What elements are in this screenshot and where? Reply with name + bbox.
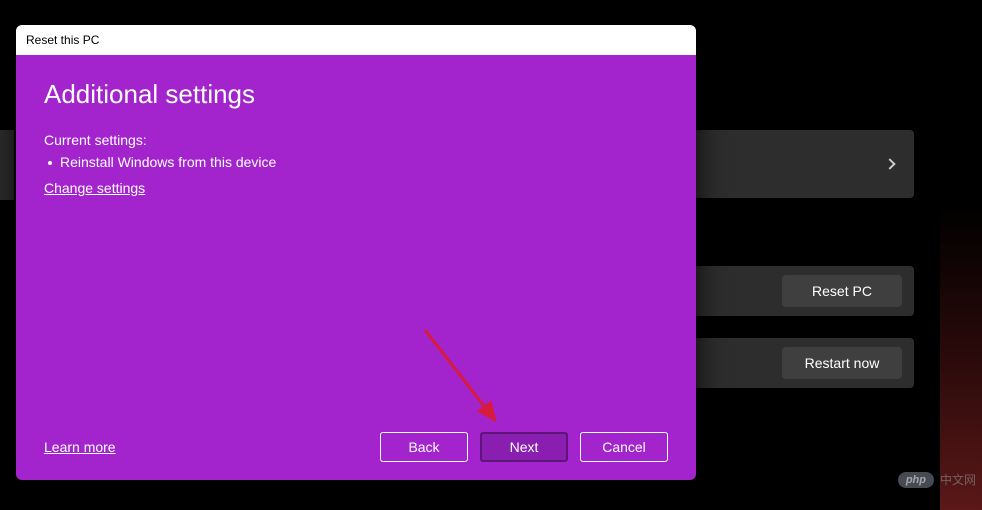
- reset-pc-button[interactable]: Reset PC: [782, 275, 902, 307]
- settings-item-text: Reinstall Windows from this device: [60, 154, 276, 170]
- watermark: php 中文网: [898, 471, 976, 488]
- restart-now-button[interactable]: Restart now: [782, 347, 902, 379]
- next-button[interactable]: Next: [480, 432, 568, 462]
- learn-more-link[interactable]: Learn more: [44, 439, 116, 455]
- watermark-text: 中文网: [940, 471, 976, 488]
- current-settings-label: Current settings:: [44, 132, 668, 148]
- change-settings-link[interactable]: Change settings: [44, 180, 145, 196]
- dialog-button-group: Back Next Cancel: [380, 432, 668, 462]
- watermark-badge: php: [898, 472, 934, 488]
- settings-card[interactable]: [694, 130, 914, 198]
- left-panel-stub: [0, 130, 14, 200]
- settings-item: Reinstall Windows from this device: [44, 154, 668, 170]
- dialog-body: Additional settings Current settings: Re…: [16, 55, 696, 480]
- dialog-footer: Learn more Back Next Cancel: [44, 432, 668, 462]
- back-button[interactable]: Back: [380, 432, 468, 462]
- restart-now-row: Restart now: [694, 338, 914, 388]
- reset-pc-dialog: Reset this PC Additional settings Curren…: [16, 25, 696, 480]
- dialog-title: Reset this PC: [26, 33, 99, 47]
- chevron-right-icon: [884, 158, 895, 169]
- dialog-titlebar[interactable]: Reset this PC: [16, 25, 696, 55]
- cancel-button[interactable]: Cancel: [580, 432, 668, 462]
- reset-pc-row: Reset PC: [694, 266, 914, 316]
- dialog-heading: Additional settings: [44, 79, 668, 110]
- bullet-icon: [48, 161, 52, 165]
